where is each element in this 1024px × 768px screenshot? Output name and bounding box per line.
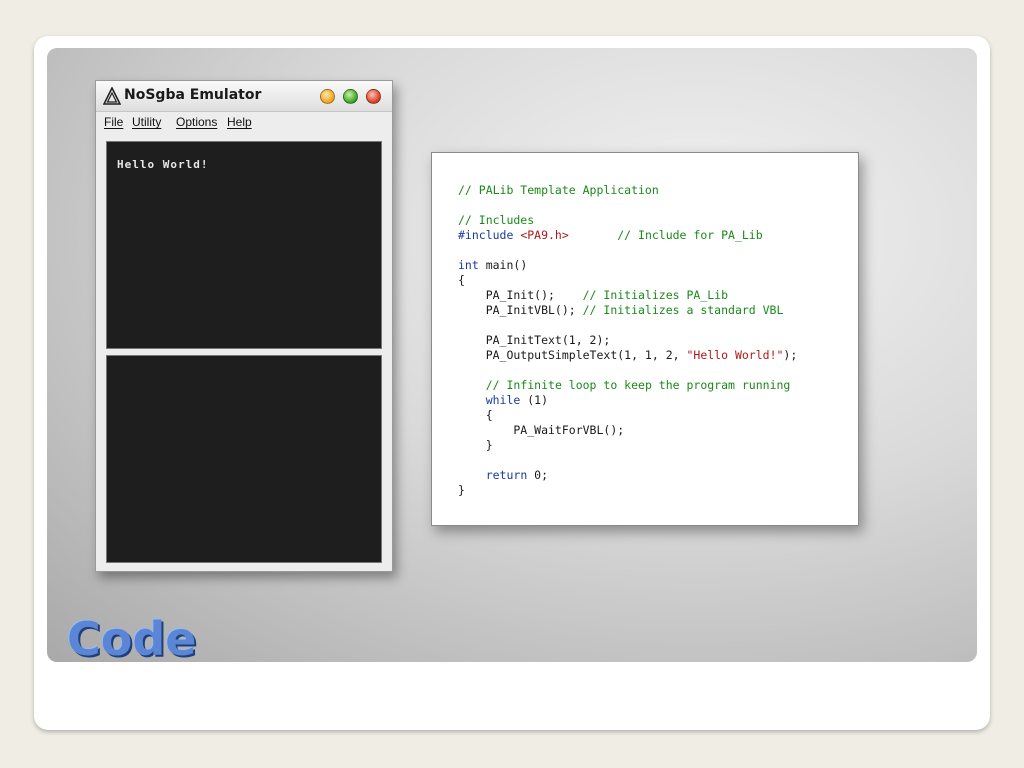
code-token: return: [485, 468, 528, 482]
code-token: PA_InitText(1, 2);: [458, 333, 611, 347]
code-token: );: [783, 348, 798, 362]
emulator-title: NoSgba Emulator: [124, 87, 262, 103]
menu-options[interactable]: Options: [176, 115, 217, 129]
code-line: // PALib Template Application: [458, 183, 659, 198]
code-line: // Infinite loop to keep the program run…: [458, 378, 791, 393]
code-line: PA_InitText(1, 2);: [458, 333, 611, 348]
code-token: int: [458, 258, 479, 272]
maximize-button[interactable]: [343, 89, 358, 104]
code-line: }: [458, 438, 493, 453]
code-token: PA_InitVBL();: [458, 303, 583, 317]
code-line: #include <PA9.h> // Include for PA_Lib: [458, 228, 763, 243]
code-token: #include: [458, 228, 521, 242]
code-token: // PALib Template Application: [458, 183, 659, 197]
code-token: // Initializes a standard VBL: [582, 303, 784, 317]
emulator-logo-icon: [103, 87, 121, 105]
code-line: // Includes: [458, 213, 534, 228]
code-token: (1): [520, 393, 549, 407]
code-token: // Infinite loop to keep the program run…: [485, 378, 791, 392]
slide-image-panel: NoSgba Emulator File Utility Options Hel…: [47, 48, 977, 662]
code-line: }: [458, 483, 465, 498]
code-token: }: [458, 483, 465, 497]
code-token: "Hello World!": [686, 348, 784, 362]
emulator-bottom-screen[interactable]: [106, 355, 382, 563]
code-line: return 0;: [458, 468, 548, 483]
code-token: // Includes: [458, 213, 535, 227]
code-listing: // PALib Template Application // Includes…: [431, 152, 859, 526]
minimize-button[interactable]: [320, 89, 335, 104]
code-line: {: [458, 273, 465, 288]
slide-title: Code: [67, 612, 197, 666]
code-line: PA_WaitForVBL();: [458, 423, 624, 438]
code-line: int main(): [458, 258, 527, 273]
code-token: // Include for PA_Lib: [617, 228, 763, 242]
code-token: main(): [478, 258, 528, 272]
code-line: PA_Init(); // Initializes PA_Lib: [458, 288, 728, 303]
top-screen-text: Hello World!: [117, 158, 209, 171]
menu-utility[interactable]: Utility: [132, 115, 161, 129]
code-token: }: [458, 438, 493, 452]
emulator-window: NoSgba Emulator File Utility Options Hel…: [95, 80, 393, 572]
emulator-menubar: File Utility Options Help: [96, 112, 392, 132]
menu-help[interactable]: Help: [227, 115, 252, 129]
code-token: PA_Init();: [458, 288, 583, 302]
code-token: 0;: [527, 468, 549, 482]
code-line: PA_InitVBL(); // Initializes a standard …: [458, 303, 784, 318]
code-token: PA_WaitForVBL();: [458, 423, 625, 437]
code-token: <PA9.h>: [520, 228, 569, 242]
emulator-top-screen: Hello World!: [106, 141, 382, 349]
emulator-titlebar[interactable]: NoSgba Emulator: [96, 81, 392, 112]
menu-file[interactable]: File: [104, 115, 123, 129]
code-token: // Initializes PA_Lib: [582, 288, 729, 302]
code-token: PA_OutputSimpleText(1, 1, 2,: [458, 348, 687, 362]
code-token: {: [458, 273, 465, 287]
code-line: {: [458, 408, 493, 423]
code-token: while: [485, 393, 521, 407]
code-line: PA_OutputSimpleText(1, 1, 2, "Hello Worl…: [458, 348, 798, 363]
close-button[interactable]: [366, 89, 381, 104]
code-line: while (1): [458, 393, 548, 408]
code-token: {: [458, 408, 493, 422]
